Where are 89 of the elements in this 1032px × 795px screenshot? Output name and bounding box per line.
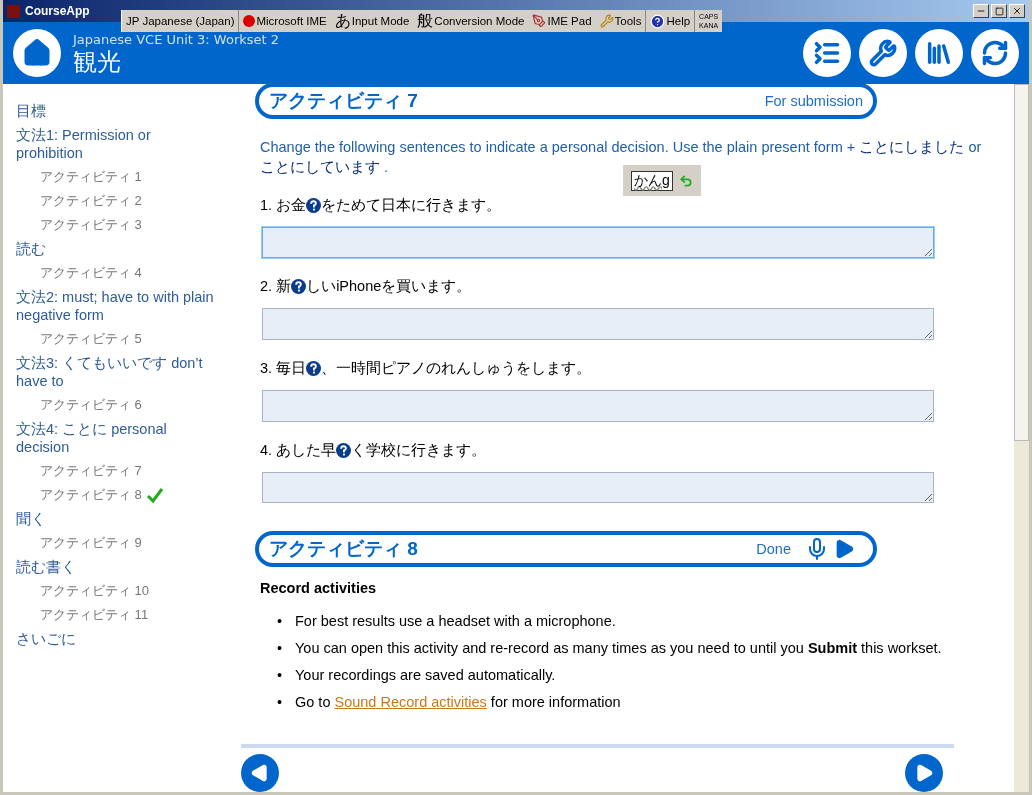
sidebar-item[interactable]: アクティビティ 5 [40, 330, 142, 348]
close-button[interactable] [1009, 4, 1025, 18]
sidebar-section[interactable]: 文法1: Permission or prohibition [16, 123, 221, 165]
books-icon [925, 39, 953, 67]
course-subtitle: Japanese VCE Unit 3: Workset 2 [73, 33, 280, 47]
toolbar-label: IME Pad [547, 15, 592, 27]
minimize-button[interactable] [973, 4, 989, 18]
pen-icon [532, 14, 547, 28]
sidebar-item[interactable]: アクティビティ 11 [40, 606, 149, 624]
next-button[interactable] [905, 754, 943, 792]
bullet-text: Your recordings are saved automatically. [295, 666, 556, 686]
bullet-marker: • [277, 639, 284, 659]
sidebar-section[interactable]: 読む [16, 237, 221, 261]
sidebar-item[interactable]: アクティビティ 3 [40, 216, 142, 234]
window-title: CourseApp [25, 4, 90, 18]
bullet-text: For best results use a headset with a microphone. [295, 612, 616, 632]
refresh-icon [981, 39, 1009, 67]
bullet-marker: • [277, 666, 284, 686]
help-icon[interactable] [336, 442, 352, 458]
maximize-icon [994, 6, 1004, 16]
sidebar-item[interactable]: アクティビティ 8 [40, 486, 142, 504]
page-title: 観光 [73, 47, 122, 77]
list-icon [813, 39, 841, 67]
question-text: 2. 新 しいiPhoneを買います。 [260, 277, 472, 297]
sidebar-item[interactable]: アクティビティ 9 [40, 534, 142, 552]
toolbar-label: Input Mode [351, 15, 410, 27]
home-button[interactable] [13, 29, 61, 77]
activity-status: Done [756, 541, 791, 558]
next-icon [914, 763, 934, 783]
help-icon[interactable] [306, 361, 322, 377]
sidebar-section[interactable]: 文法4: ことに personal decision [16, 417, 221, 459]
ime-icon [243, 15, 256, 27]
answer-field[interactable] [262, 308, 934, 341]
toolbar-label: Microsoft IME [256, 15, 327, 27]
sidebar-item[interactable]: アクティビティ 2 [40, 192, 142, 210]
close-icon [1012, 6, 1022, 16]
bullet-marker: • [277, 612, 284, 632]
question-text: 4. あした早 く学校に行きます。 [260, 440, 487, 460]
ime-mode-glyph: あ [334, 10, 351, 31]
sidebar-section[interactable]: 文法2: must; have to with plain negative form [16, 285, 221, 327]
sidebar-item[interactable]: アクティビティ 10 [40, 582, 150, 600]
sidebar-section[interactable]: 文法3: くてもいいです don’t have to [16, 351, 221, 393]
toolbar-item[interactable]: 般 Conversion Mode [413, 10, 529, 32]
toolbar-item[interactable]: あInput Mode [330, 10, 414, 32]
help-icon[interactable] [291, 279, 307, 295]
help-icon [650, 13, 666, 29]
sidebar-section[interactable]: さいごに [16, 627, 221, 651]
activity-status: For submission [764, 92, 863, 109]
help-icon[interactable] [306, 197, 322, 213]
sidebar-section[interactable]: 聞く [16, 507, 221, 531]
section-heading: Record activities [260, 580, 378, 597]
toolbar-label: Help [666, 15, 691, 27]
toolbar-label: Tools [614, 15, 642, 27]
activity-title: アクティビティ 8 [269, 537, 418, 562]
wrench-icon [869, 39, 897, 67]
sidebar-item[interactable]: アクティビティ 7 [40, 462, 142, 480]
contents-button[interactable] [803, 29, 851, 77]
question-text: 1. お金 をためて日本に行きます。 [260, 195, 502, 215]
composition-text: かんg [631, 170, 673, 191]
scrollbar[interactable] [1014, 84, 1029, 792]
refresh-button[interactable] [971, 29, 1019, 77]
sidebar-section[interactable]: 読む書く [16, 555, 221, 579]
sidebar-item[interactable]: アクティビティ 1 [40, 168, 142, 186]
sidebar-item[interactable]: アクティビティ 4 [40, 264, 142, 282]
app-icon [7, 4, 20, 18]
bullet-marker: • [277, 693, 284, 713]
sidebar-section[interactable]: 目標 [16, 99, 221, 123]
library-button[interactable] [915, 29, 963, 77]
toolbar-label: Conversion Mode [434, 15, 525, 27]
toolbar-item[interactable]: Microsoft IME [239, 10, 331, 32]
ime-mode-glyph: 般 [417, 10, 434, 31]
toolbar-label: JP Japanese (Japan) [126, 15, 235, 27]
answer-field[interactable] [262, 471, 934, 504]
bullet-text: You can open this activity and re-record as many times as you need to until you Submit this workset. [295, 639, 942, 659]
previous-icon [250, 763, 270, 783]
answer-field[interactable] [262, 390, 934, 422]
sidebar-item[interactable]: アクティビティ 6 [40, 396, 142, 414]
answer-field[interactable] [262, 226, 934, 259]
activity-title: アクティビティ 7 [269, 88, 418, 113]
bullet-text: Go to Sound Record activities for more information [295, 693, 621, 713]
maximize-button[interactable] [991, 4, 1007, 18]
arrow-icon [678, 173, 693, 188]
help-link[interactable]: Sound Record activities [334, 694, 487, 711]
question-text: 3. 毎日 、一時間ピアノのれんしゅうをします。 [260, 359, 592, 379]
home-icon [22, 38, 52, 68]
previous-button[interactable] [241, 754, 279, 792]
toolbar-item[interactable]: IME Pad [528, 10, 596, 32]
scroll-thumb[interactable] [1014, 84, 1029, 441]
settings-button[interactable] [859, 29, 907, 77]
